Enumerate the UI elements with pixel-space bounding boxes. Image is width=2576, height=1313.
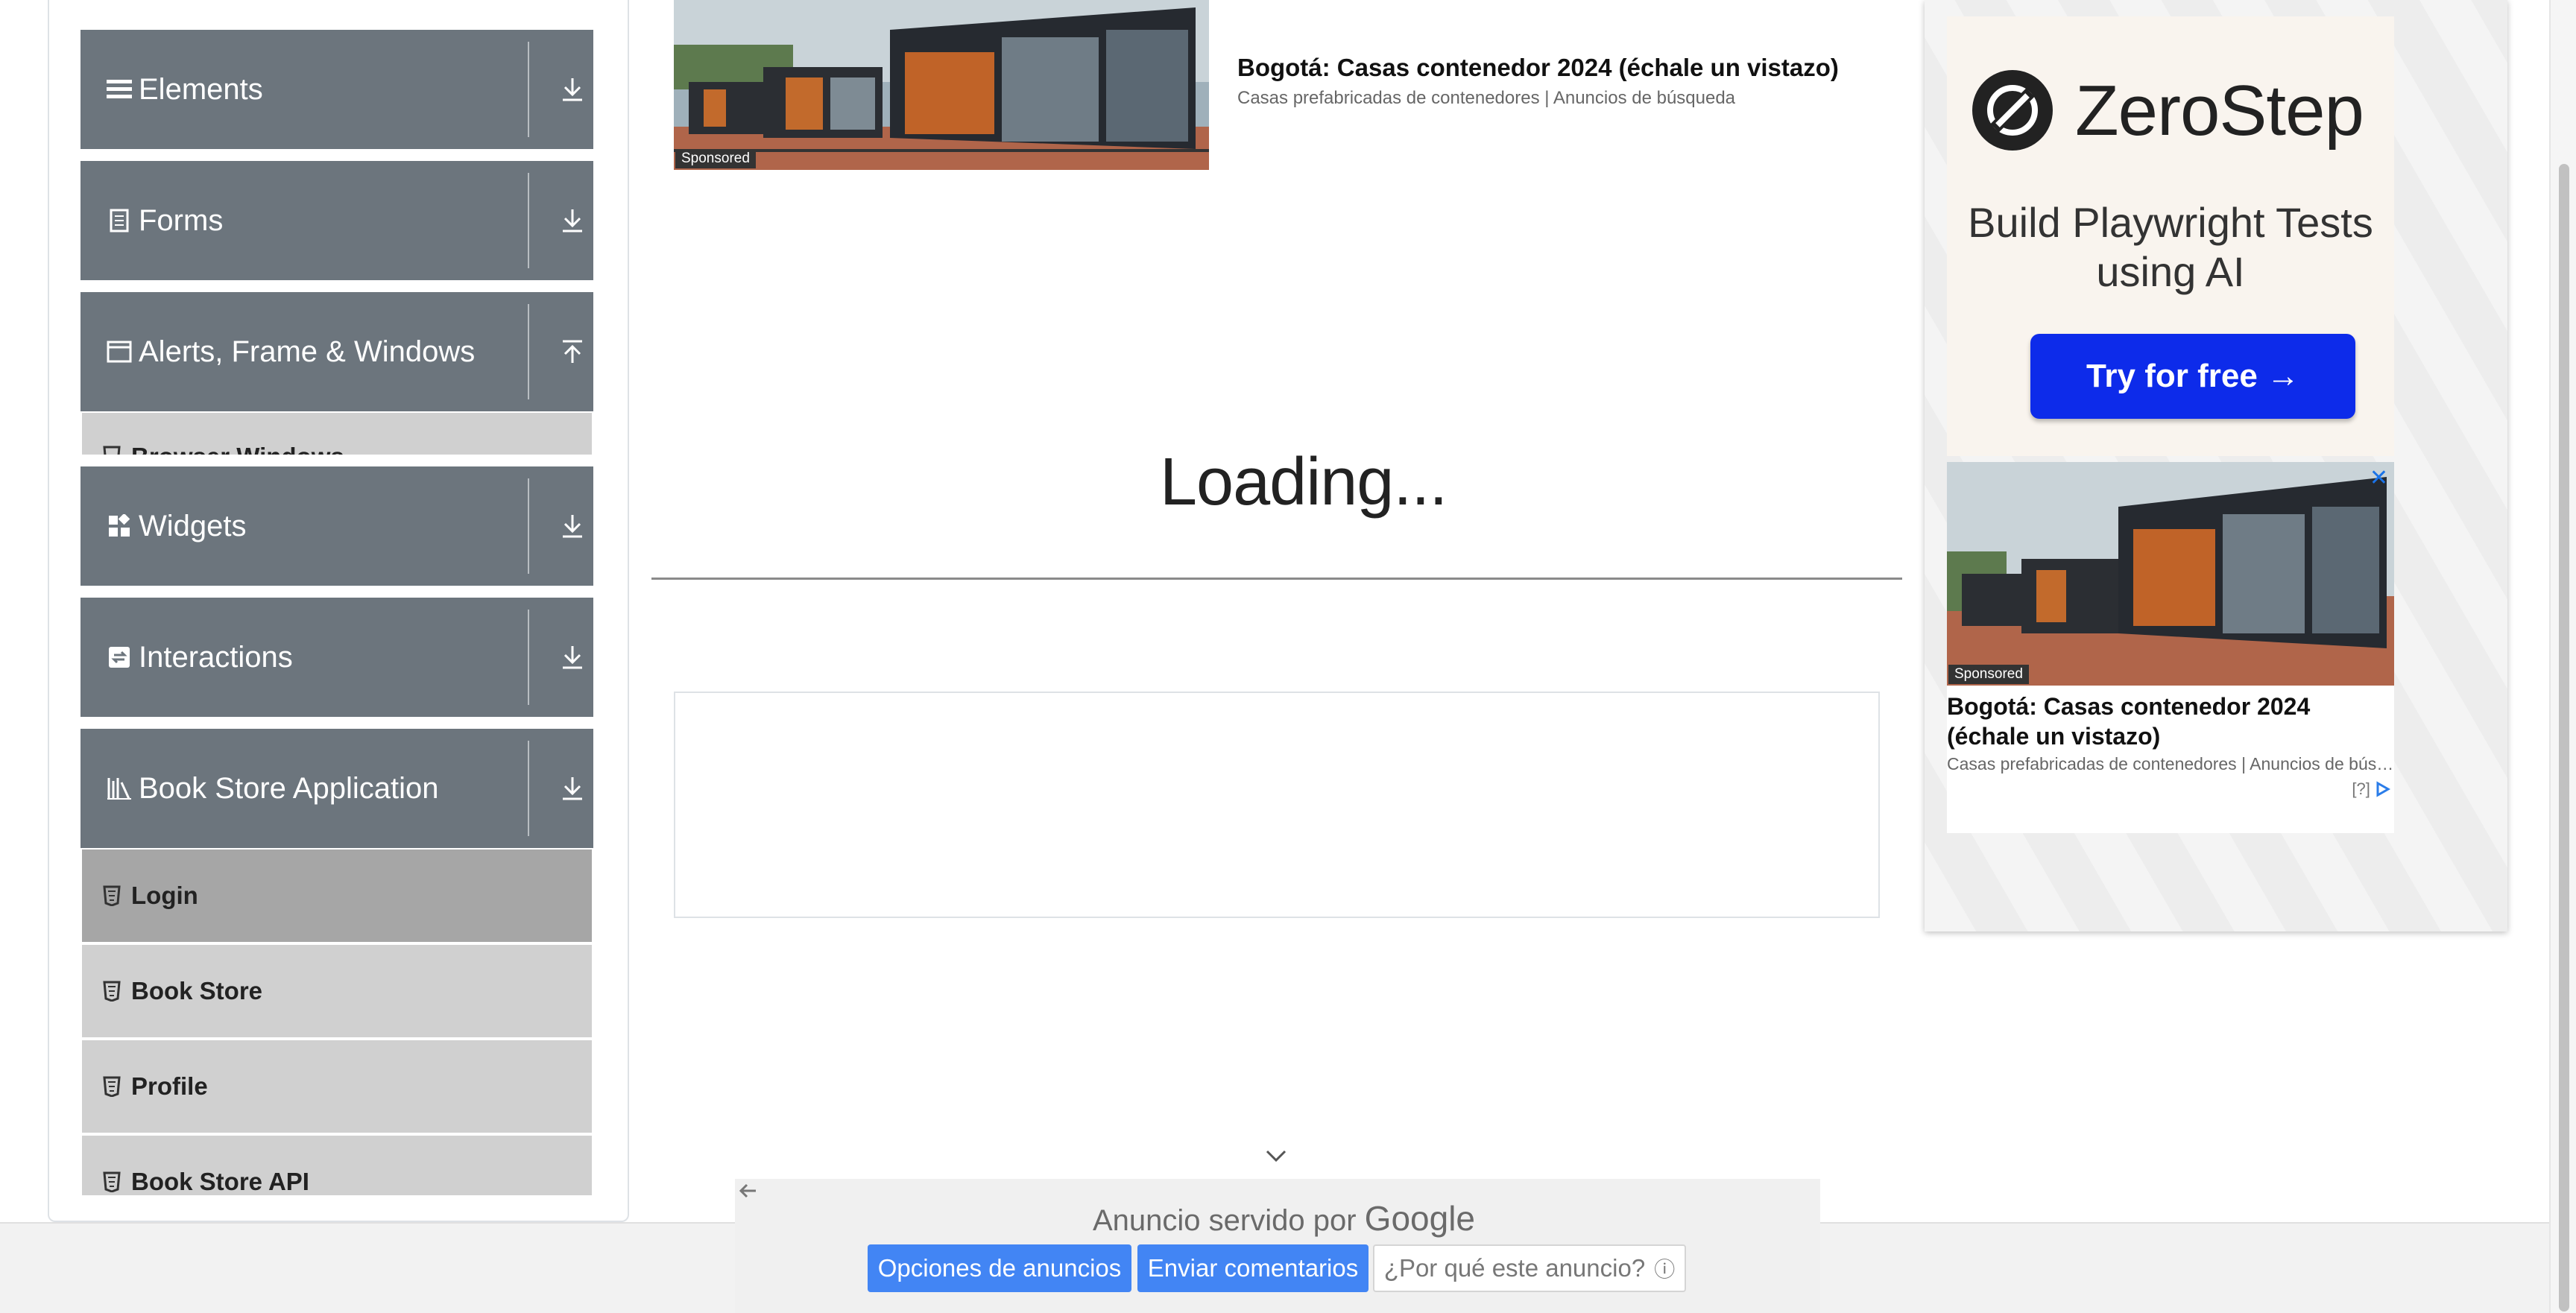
group-header-alerts-frame-windows[interactable]: Alerts, Frame & Windows bbox=[80, 292, 593, 411]
try-for-free-button[interactable]: Try for free → bbox=[2030, 334, 2355, 419]
why-this-ad-label: ¿Por qué este anuncio? bbox=[1383, 1254, 1646, 1282]
html5-icon bbox=[103, 945, 122, 1037]
hamburger-icon bbox=[106, 30, 133, 149]
page-scrollbar[interactable] bbox=[2549, 0, 2576, 1313]
group-header-interactions[interactable]: Interactions bbox=[80, 598, 593, 717]
divider bbox=[528, 304, 529, 399]
group-label: Interactions bbox=[139, 641, 293, 674]
ad-title-link[interactable]: Bogotá: Casas contenedor 2024 (échale un… bbox=[1947, 692, 2394, 751]
upload-arrow-icon[interactable] bbox=[550, 292, 595, 411]
back-arrow-icon[interactable] bbox=[738, 1182, 757, 1205]
sidebar-item-label: Book Store bbox=[131, 977, 263, 1004]
adchoices-help: [?] bbox=[2352, 779, 2370, 798]
divider bbox=[528, 173, 529, 268]
zerostep-ad-panel[interactable]: ZeroStep Build Playwright Tests using AI… bbox=[1947, 16, 2394, 456]
sidebar-item-label: Browser Windows bbox=[131, 443, 344, 455]
interactions-icon bbox=[106, 598, 133, 717]
group-label: Forms bbox=[139, 204, 224, 237]
content-box bbox=[674, 692, 1880, 918]
group-label: Book Store Application bbox=[139, 772, 439, 805]
html5-icon bbox=[103, 1136, 122, 1195]
right-ad-container[interactable]: ZeroStep Build Playwright Tests using AI… bbox=[1925, 0, 2507, 931]
adchoices-icon[interactable]: [?] bbox=[2352, 779, 2391, 799]
download-arrow-icon[interactable] bbox=[550, 466, 595, 586]
widgets-icon bbox=[106, 466, 133, 586]
zerostep-logo-icon bbox=[1972, 70, 2053, 151]
ad-options-button[interactable]: Opciones de anuncios bbox=[868, 1244, 1131, 1292]
sidebar-item-label: Login bbox=[131, 882, 198, 909]
document-icon bbox=[106, 161, 133, 280]
sidebar-item-label: Profile bbox=[131, 1072, 208, 1100]
info-icon: ⓘ bbox=[1654, 1258, 1676, 1281]
google-logo: Google bbox=[1364, 1199, 1476, 1238]
ad-image bbox=[674, 0, 1209, 170]
sidebar-item-label: Book Store API bbox=[131, 1168, 309, 1195]
divider bbox=[528, 478, 529, 574]
sidebar-item-browser-windows[interactable]: Browser Windows bbox=[82, 413, 592, 455]
ad-card-houses[interactable]: Sponsored ✕ Bogotá: Casas contenedor 202… bbox=[1947, 462, 2394, 833]
scrollbar-thumb[interactable] bbox=[2559, 164, 2569, 1312]
download-arrow-icon[interactable] bbox=[550, 729, 595, 848]
sidebar-item-login[interactable]: Login bbox=[82, 850, 592, 942]
ad-title-link[interactable]: Bogotá: Casas contenedor 2024 (échale un… bbox=[1237, 54, 1839, 82]
download-arrow-icon[interactable] bbox=[550, 30, 595, 149]
ad-image-container-houses[interactable]: Sponsored bbox=[674, 0, 1209, 170]
zerostep-tagline: Build Playwright Tests using AI bbox=[1968, 199, 2373, 295]
download-arrow-icon[interactable] bbox=[550, 598, 595, 717]
ad-served-by: Anuncio servido por Google bbox=[1093, 1198, 1475, 1238]
send-feedback-button[interactable]: Enviar comentarios bbox=[1137, 1244, 1368, 1292]
group-label: Elements bbox=[139, 73, 263, 106]
books-icon bbox=[106, 729, 133, 848]
group-label: Alerts, Frame & Windows bbox=[139, 335, 476, 368]
group-header-elements[interactable]: Elements bbox=[80, 30, 593, 149]
group-label: Widgets bbox=[139, 510, 247, 542]
html5-icon bbox=[103, 850, 122, 942]
sponsored-label: Sponsored bbox=[1948, 665, 2029, 684]
html5-icon bbox=[103, 446, 122, 455]
served-by-text: Anuncio servido por bbox=[1093, 1204, 1357, 1237]
chevron-down-icon[interactable] bbox=[1264, 1148, 1288, 1168]
divider-line bbox=[651, 578, 1902, 580]
divider bbox=[528, 610, 529, 705]
sponsored-label: Sponsored bbox=[675, 149, 756, 168]
divider bbox=[528, 741, 529, 836]
download-arrow-icon[interactable] bbox=[550, 161, 595, 280]
why-this-ad-button[interactable]: ¿Por qué este anuncio? ⓘ bbox=[1373, 1244, 1686, 1292]
sidebar-item-book-store-api[interactable]: Book Store API bbox=[82, 1136, 592, 1195]
divider bbox=[528, 42, 529, 137]
zerostep-brand: ZeroStep bbox=[2075, 71, 2364, 151]
group-header-forms[interactable]: Forms bbox=[80, 161, 593, 280]
ad-image bbox=[1947, 462, 2394, 686]
group-header-widgets[interactable]: Widgets bbox=[80, 466, 593, 586]
close-icon[interactable]: ✕ bbox=[2370, 465, 2388, 491]
loading-text: Loading... bbox=[1160, 445, 1448, 519]
sidebar-item-profile[interactable]: Profile bbox=[82, 1040, 592, 1133]
sidebar-item-book-store[interactable]: Book Store bbox=[82, 945, 592, 1037]
window-icon bbox=[106, 292, 133, 411]
html5-icon bbox=[103, 1040, 122, 1133]
ad-subtitle: Casas prefabricadas de contenedores | An… bbox=[1237, 88, 1736, 108]
ad-image-container: Sponsored bbox=[1947, 462, 2394, 686]
ad-subtitle: Casas prefabricadas de contenedores | An… bbox=[1947, 754, 2394, 773]
group-header-book-store-application[interactable]: Book Store Application bbox=[80, 729, 593, 848]
